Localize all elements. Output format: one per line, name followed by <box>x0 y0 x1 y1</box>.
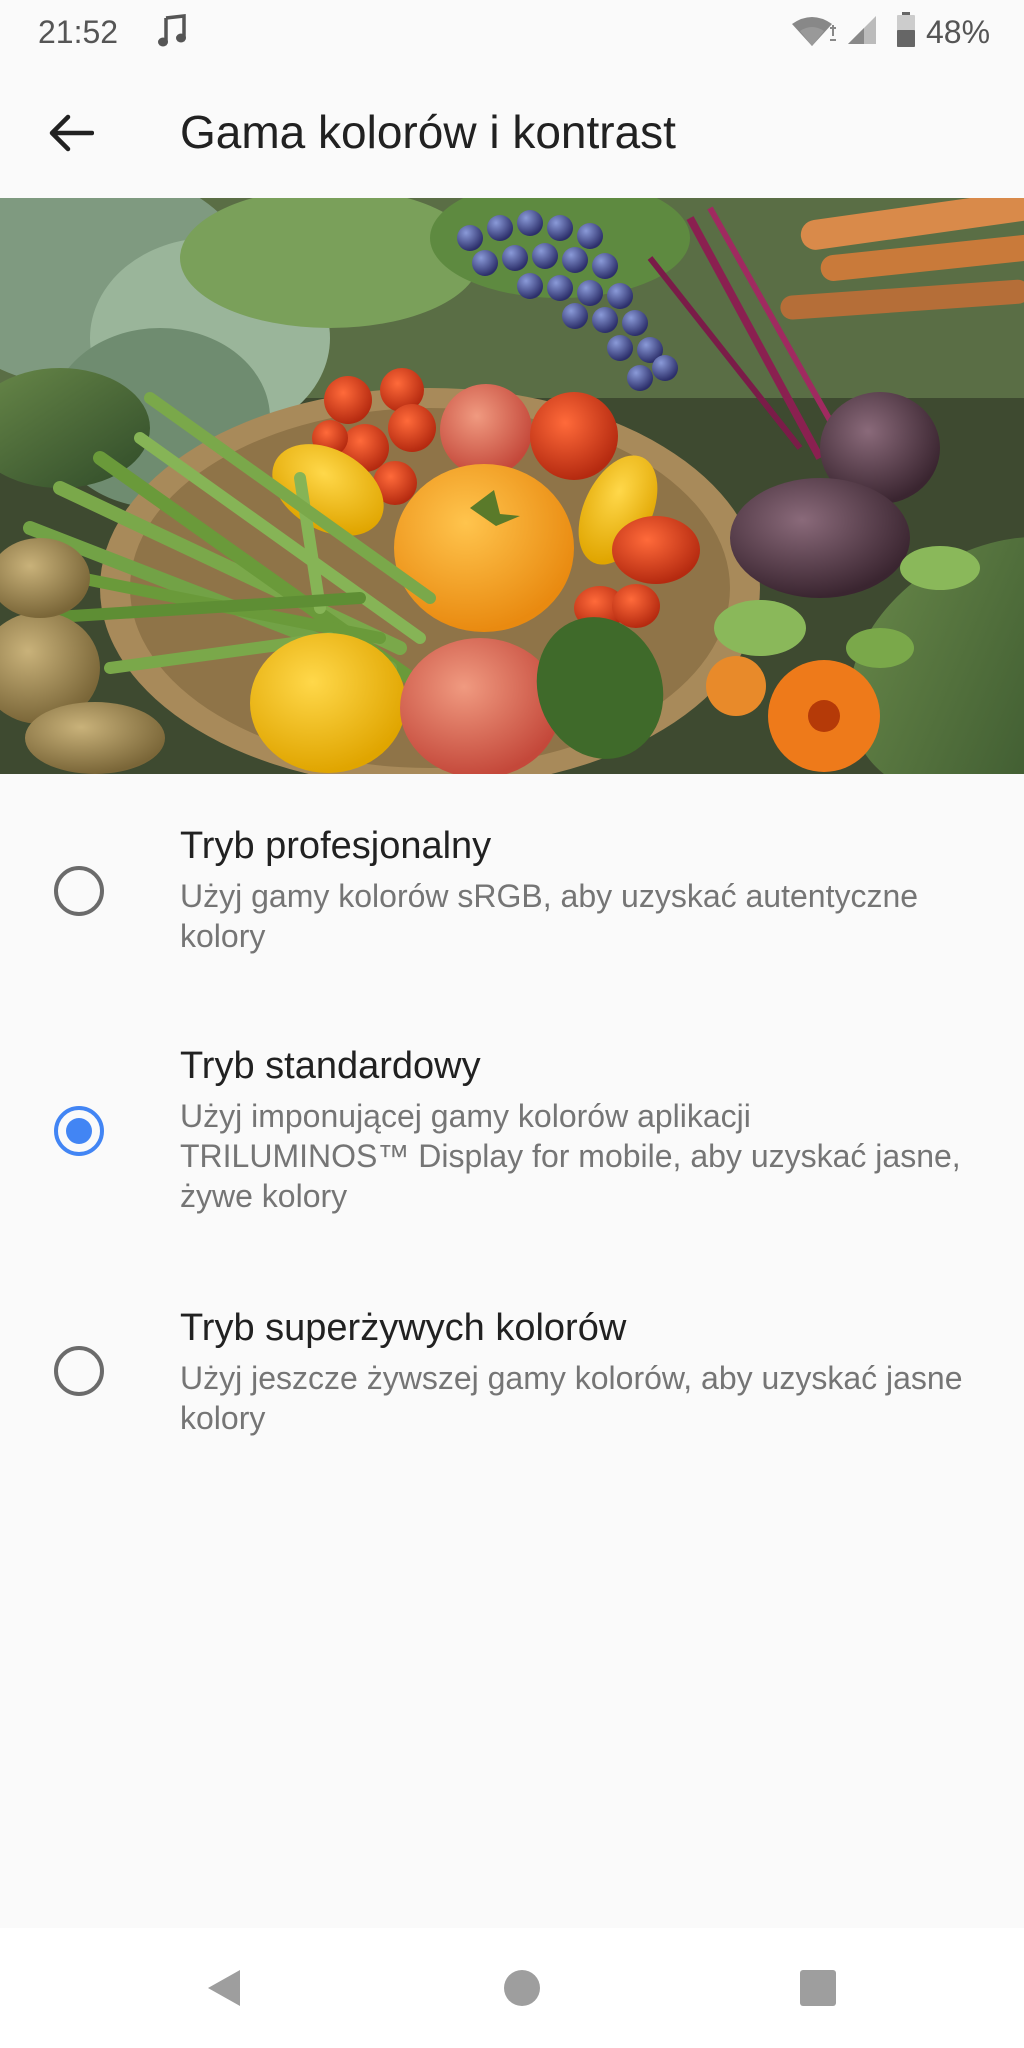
home-circle-icon <box>504 1970 540 2006</box>
system-nav-bar <box>0 1928 1024 2048</box>
status-bar: 21:52 48% <box>0 0 1024 64</box>
recents-square-icon <box>800 1970 836 2006</box>
wifi-icon <box>792 17 836 46</box>
back-triangle-icon <box>208 1970 240 2006</box>
option-professional-mode[interactable]: Tryb profesjonalny Użyj gamy kolorów sRG… <box>0 804 1024 964</box>
vegetables-illustration <box>0 198 1024 774</box>
option-title: Tryb profesjonalny <box>180 825 492 867</box>
option-title: Tryb standardowy <box>180 1045 481 1087</box>
battery-percent: 48% <box>926 14 991 50</box>
arrow-back-icon <box>49 114 94 152</box>
back-button[interactable] <box>36 98 106 168</box>
page-title: Gama kolorów i kontrast <box>180 106 676 158</box>
option-title: Tryb superżywych kolorów <box>180 1307 627 1349</box>
cell-signal-icon <box>848 16 876 44</box>
nav-recents-button[interactable] <box>786 1956 850 2020</box>
option-description: Użyj gamy kolorów sRGB, aby uzyskać aute… <box>180 878 919 954</box>
option-description: Użyj jeszcze żywszej gamy kolorów, aby u… <box>180 1360 963 1436</box>
option-standard-mode[interactable]: Tryb standardowy Użyj imponującej gamy k… <box>0 1024 1024 1224</box>
status-time: 21:52 <box>38 14 119 50</box>
app-bar: Gama kolorów i kontrast <box>0 64 1024 198</box>
nav-home-button[interactable] <box>490 1956 554 2020</box>
nav-back-button[interactable] <box>192 1956 256 2020</box>
radio-standard-mode[interactable] <box>54 1106 104 1156</box>
radio-super-vivid-mode[interactable] <box>54 1346 104 1396</box>
music-note-icon <box>158 14 186 47</box>
hero-image <box>0 198 1024 774</box>
radio-professional-mode[interactable] <box>54 866 104 916</box>
option-description: Użyj imponującej gamy kolorów aplikacji … <box>180 1098 961 1214</box>
option-super-vivid-mode[interactable]: Tryb superżywych kolorów Użyj jeszcze ży… <box>0 1286 1024 1446</box>
battery-icon <box>897 12 915 47</box>
